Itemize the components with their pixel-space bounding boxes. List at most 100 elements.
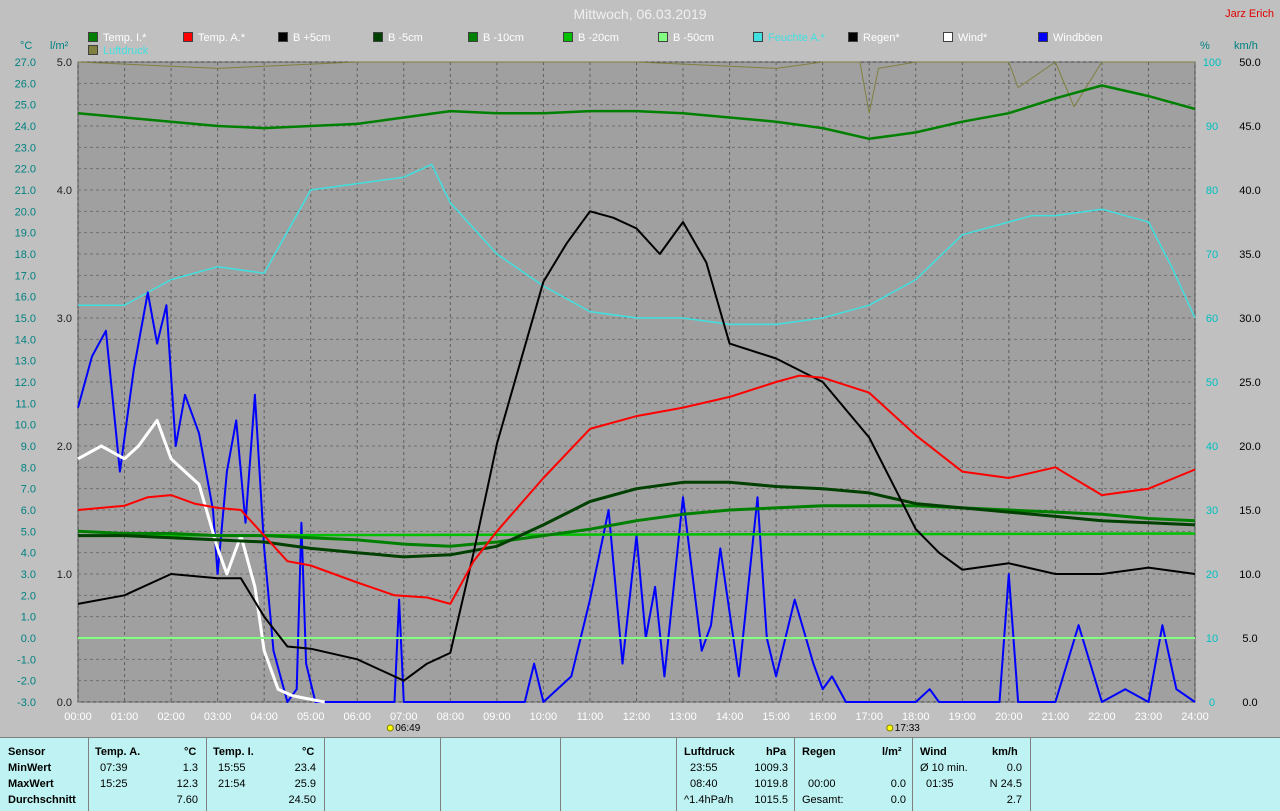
legend-swatch [848,32,858,42]
stats-row-max: MaxWert [8,778,54,790]
stats-regen-max-time: 00:00 [808,778,836,790]
unit-left-temp: °C [20,40,33,52]
legend-swatch [278,32,288,42]
y-temp-tick-label: 13.0 [15,356,36,368]
legend-label: B -5cm [388,32,423,44]
unit-left-rain: l/m² [50,40,69,52]
legend-label: B -20cm [578,32,619,44]
legend-item: Windböen [1038,32,1103,44]
y-temp-tick-label: 1.0 [21,612,36,624]
y-wind-tick-label: 5.0 [1242,633,1257,645]
y-temp-tick-label: -2.0 [17,676,36,688]
y-pct-tick-label: 90 [1206,121,1218,133]
x-tick-label: 21:00 [1042,711,1070,723]
legend-swatch [88,32,98,42]
stats-temp-a-max-value: 12.3 [176,778,198,790]
y-temp-tick-label: -1.0 [17,654,36,666]
stats-temp-a-min-value: 1.3 [182,762,198,774]
legend-label: Temp. A.* [198,32,246,44]
sunset-icon [886,724,894,732]
y-temp-tick-label: 20.0 [15,206,36,218]
y-temp-tick-label: 15.0 [15,313,36,325]
x-tick-label: 10:00 [530,711,558,723]
x-tick-label: 22:00 [1088,711,1116,723]
stats-wind-header: Wind [920,746,947,758]
legend-swatch [373,32,383,42]
stats-luftdruck-header: Luftdruck [684,746,735,758]
legend-label: Regen* [863,32,900,44]
stats-row-min: MinWert [8,762,52,774]
legend-swatch [753,32,763,42]
y-wind-tick-label: 20.0 [1239,441,1260,453]
y-temp-tick-label: 10.0 [15,420,36,432]
y-temp-tick-label: 26.0 [15,78,36,90]
y-temp-tick-label: 23.0 [15,142,36,154]
legend-label: Windböen [1053,32,1103,44]
stats-luftdruck-max-time: 08:40 [690,778,718,790]
y-temp-tick-label: 4.0 [21,548,36,560]
stats-temp-a-max-time: 15:25 [100,778,128,790]
legend-item: Temp. I.* [88,32,146,44]
x-tick-label: 18:00 [902,711,930,723]
stats-wind-max-time: 01:35 [926,778,954,790]
stats-wind-avg: 2.7 [1006,794,1022,806]
legend-item: B -5cm [373,32,423,44]
x-tick-label: 12:00 [623,711,651,723]
legend-label: Wind* [958,32,988,44]
x-tick-label: 02:00 [157,711,185,723]
y-temp-tick-label: 0.0 [21,633,36,645]
y-temp-tick-label: 27.0 [15,57,36,69]
x-tick-label: 11:00 [577,711,604,723]
x-tick-label: 24:00 [1181,711,1209,723]
x-tick-label: 14:00 [716,711,744,723]
x-tick-label: 03:00 [204,711,232,723]
y-temp-tick-label: 24.0 [15,121,36,133]
y-wind-tick-label: 45.0 [1239,121,1260,133]
statistics-panel: Sensor MinWert MaxWert Durchschnitt Temp… [0,737,1280,811]
y-rain-tick-label: 2.0 [57,441,72,453]
legend-label: B -50cm [673,32,714,44]
stats-wind-unit: km/h [992,746,1018,758]
y-pct-tick-label: 30 [1206,505,1218,517]
legend-item: B +5cm [278,32,331,44]
y-temp-tick-label: 17.0 [15,270,36,282]
legend-swatch [563,32,573,42]
x-tick-label: 20:00 [995,711,1023,723]
stats-temp-a-unit: °C [184,746,197,758]
weather-chart: 00:00 01:00 02:00 03:00 04:00 05:00 06:00 07:00… [15,57,1261,734]
stats-temp-i-min-value: 23.4 [294,762,316,774]
stats-temp-a-header: Temp. A. [95,746,141,758]
stats-regen-total: 0.0 [890,794,906,806]
x-tick-label: 00:00 [64,711,92,723]
stats-wind-min-value: 0.0 [1006,762,1022,774]
x-tick-label: 23:00 [1135,711,1163,723]
stats-wind-min-label: Ø 10 min. [920,762,968,774]
stats-temp-i-unit: °C [302,746,315,758]
y-temp-tick-label: 12.0 [15,377,36,389]
y-temp-tick-label: 16.0 [15,292,36,304]
legend-item: Feuchte A.* [753,32,825,44]
y-temp-tick-label: 14.0 [15,334,36,346]
y-pct-tick-label: 100 [1203,57,1221,69]
legend-label: B -10cm [483,32,524,44]
stats-temp-a-min-time: 07:39 [100,762,128,774]
y-pct-tick-label: 60 [1206,313,1218,325]
legend-label: Temp. I.* [103,32,147,44]
y-wind-tick-label: 10.0 [1239,569,1260,581]
stats-temp-i-max-time: 21:54 [218,778,246,790]
legend-item: Temp. A.* [183,32,245,44]
stats-sensor-header: Sensor [8,746,46,758]
y-temp-tick-label: 25.0 [15,100,36,112]
x-tick-label: 04:00 [250,711,278,723]
y-rain-tick-label: 4.0 [57,185,72,197]
legend-item: Wind* [943,32,987,44]
stats-luftdruck-max-value: 1019.8 [754,778,788,790]
stats-temp-i-header: Temp. I. [213,746,254,758]
chart-title: Mittwoch, 06.03.2019 [573,6,707,22]
y-temp-tick-label: 8.0 [21,462,36,474]
y-pct-tick-label: 10 [1206,633,1218,645]
y-wind-tick-label: 40.0 [1239,185,1260,197]
y-pct-tick-label: 20 [1206,569,1218,581]
stats-regen-unit: l/m² [882,746,902,758]
y-temp-tick-label: 19.0 [15,228,36,240]
